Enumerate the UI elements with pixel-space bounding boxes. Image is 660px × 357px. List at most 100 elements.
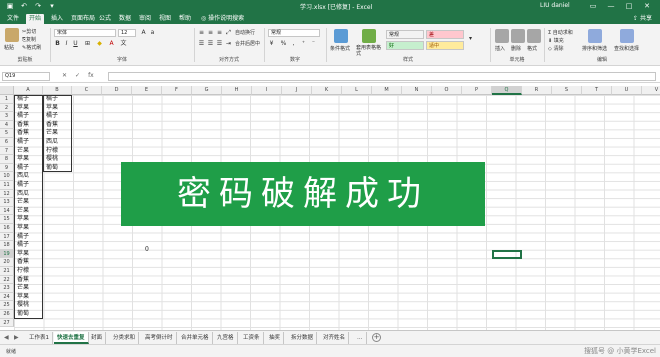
tab-formulas[interactable]: 公式 <box>96 14 114 24</box>
next-sheet-icon[interactable]: ▶ <box>14 334 19 341</box>
user-name[interactable]: LIU daniel <box>540 2 570 9</box>
paste-icon[interactable] <box>5 28 19 42</box>
sheet-tab[interactable]: … <box>354 332 367 344</box>
style-bad[interactable]: 差 <box>426 30 464 39</box>
select-all-corner[interactable] <box>0 86 14 95</box>
format-cells-icon[interactable] <box>527 29 541 43</box>
row-header-27[interactable]: 27 <box>0 318 14 328</box>
bold-icon[interactable]: B <box>54 40 61 47</box>
tab-home[interactable]: 开始 <box>26 14 45 24</box>
tab-view[interactable]: 视图 <box>156 14 174 24</box>
find-select-button[interactable]: 查找和选择 <box>614 45 639 52</box>
row-header-14[interactable]: 14 <box>0 206 14 216</box>
row-header-13[interactable]: 13 <box>0 198 14 207</box>
format-painter-button[interactable]: ✎格式刷 <box>22 44 41 51</box>
column-header-t[interactable]: T <box>582 86 612 95</box>
share-button[interactable]: ⇪ 共享 <box>633 14 652 24</box>
underline-icon[interactable]: U <box>72 40 79 47</box>
add-sheet-icon[interactable]: + <box>372 333 381 342</box>
align-bottom-icon[interactable]: ≡ <box>216 29 223 36</box>
styles-more-icon[interactable]: ▾ <box>467 35 474 42</box>
row-header-15[interactable]: 15 <box>0 215 14 224</box>
increase-decimal-icon[interactable]: ⁺ <box>300 40 307 47</box>
format-as-table-icon[interactable] <box>362 29 376 43</box>
align-top-icon[interactable]: ≡ <box>198 29 205 36</box>
sheet-tab[interactable]: 高考倒计时 <box>142 332 177 344</box>
row-header-17[interactable]: 17 <box>0 232 14 242</box>
row-header-1[interactable]: 1 <box>0 95 14 104</box>
column-header-n[interactable]: N <box>402 86 432 95</box>
grow-font-icon[interactable]: A <box>140 29 147 36</box>
column-header-j[interactable]: J <box>282 86 312 95</box>
column-header-p[interactable]: P <box>462 86 492 95</box>
column-header-d[interactable]: D <box>102 86 132 95</box>
column-header-s[interactable]: S <box>552 86 582 95</box>
sheet-tab[interactable]: 合并单元格 <box>178 332 213 344</box>
tell-me-search[interactable]: ◎ 操作说明搜索 <box>198 14 247 24</box>
copy-button[interactable]: ⎘复制 <box>22 36 36 43</box>
style-neutral[interactable]: 适中 <box>426 41 464 50</box>
row-header-3[interactable]: 3 <box>0 112 14 121</box>
column-header-i[interactable]: I <box>252 86 282 95</box>
orientation-icon[interactable]: ⤢ <box>225 29 232 36</box>
column-header-c[interactable]: C <box>72 86 102 95</box>
merge-center-button[interactable]: 合并后居中 <box>235 40 260 47</box>
fill-color-icon[interactable]: ◆ <box>96 40 103 47</box>
column-header-e[interactable]: E <box>132 86 162 95</box>
currency-icon[interactable]: ¥ <box>268 40 275 47</box>
column-header-f[interactable]: F <box>162 86 192 95</box>
row-header-2[interactable]: 2 <box>0 103 14 113</box>
row-header-5[interactable]: 5 <box>0 129 14 138</box>
row-header-16[interactable]: 16 <box>0 224 14 233</box>
column-header-u[interactable]: U <box>612 86 642 95</box>
redo-icon[interactable]: ↷ <box>34 2 42 10</box>
maximize-icon[interactable]: □ <box>620 0 638 12</box>
indent-icon[interactable]: ⇥ <box>225 40 232 47</box>
cut-button[interactable]: ✂剪切 <box>22 28 36 35</box>
tab-file[interactable]: 文件 <box>4 14 22 24</box>
sheet-tab[interactable]: 工资条 <box>240 332 264 344</box>
align-right-icon[interactable]: ☰ <box>216 40 223 47</box>
sheet-tab[interactable]: 封面 <box>88 332 107 344</box>
minimize-icon[interactable]: — <box>602 0 620 12</box>
column-header-l[interactable]: L <box>342 86 372 95</box>
insert-cells-icon[interactable] <box>495 29 509 43</box>
column-header-v[interactable]: V <box>642 86 660 95</box>
row-header-18[interactable]: 18 <box>0 241 14 250</box>
sheet-tab[interactable]: 工作表1 <box>26 332 53 344</box>
column-header-h[interactable]: H <box>222 86 252 95</box>
percent-icon[interactable]: % <box>280 40 287 47</box>
row-header-21[interactable]: 21 <box>0 267 14 276</box>
sort-filter-button[interactable]: 排序和筛选 <box>582 45 607 52</box>
phonetic-icon[interactable]: 文 <box>120 40 127 47</box>
font-size-select[interactable]: 12 <box>118 29 136 37</box>
row-header-26[interactable]: 26 <box>0 310 14 319</box>
column-header-m[interactable]: M <box>372 86 402 95</box>
row-header-20[interactable]: 20 <box>0 258 14 267</box>
tab-data[interactable]: 数据 <box>116 14 134 24</box>
conditional-format-icon[interactable] <box>334 29 348 43</box>
row-header-12[interactable]: 12 <box>0 189 14 199</box>
row-header-8[interactable]: 8 <box>0 155 14 164</box>
borders-icon[interactable]: ⊞ <box>84 40 91 47</box>
tab-insert[interactable]: 插入 <box>48 14 66 24</box>
sheet-tab[interactable]: 分类求和 <box>110 332 140 344</box>
delete-cells-button[interactable]: 删除 <box>511 45 521 52</box>
row-header-10[interactable]: 10 <box>0 172 14 181</box>
sheet-tab[interactable]: 拆分数据 <box>288 332 318 344</box>
row-header-6[interactable]: 6 <box>0 138 14 147</box>
comma-icon[interactable]: , <box>290 40 297 47</box>
tab-help[interactable]: 帮助 <box>176 14 194 24</box>
fill-button[interactable]: ⬇ 填充 <box>548 37 564 44</box>
align-left-icon[interactable]: ☰ <box>198 40 205 47</box>
clear-button[interactable]: ◇ 清除 <box>548 45 563 52</box>
row-header-9[interactable]: 9 <box>0 163 14 173</box>
align-center-icon[interactable]: ☰ <box>207 40 214 47</box>
shrink-font-icon[interactable]: a <box>149 29 156 36</box>
font-color-icon[interactable]: A <box>108 40 115 47</box>
row-header-7[interactable]: 7 <box>0 146 14 156</box>
customize-icon[interactable]: ▾ <box>48 2 56 10</box>
close-icon[interactable]: ✕ <box>638 0 656 12</box>
cancel-icon[interactable]: ✕ <box>62 72 67 79</box>
delete-cells-icon[interactable] <box>511 29 525 43</box>
